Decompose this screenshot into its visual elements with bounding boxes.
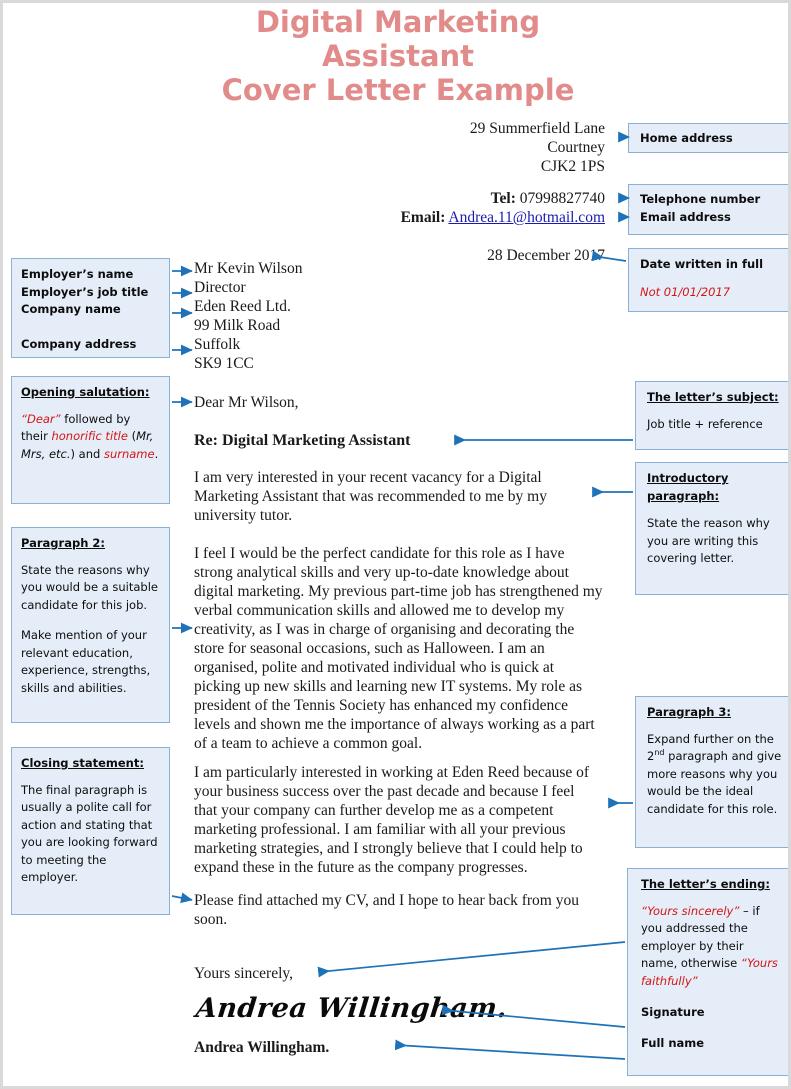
telephone-label: Tel: <box>490 190 516 207</box>
note-contact: Telephone number Email address <box>628 184 788 235</box>
page-title-line-3: Cover Letter Example <box>221 73 575 107</box>
recipient-county: Suffolk <box>194 336 241 353</box>
home-address-line-2: Courtney <box>547 139 605 156</box>
note-home-address-label: Home address <box>640 131 733 145</box>
home-address-line-3: CJK2 1PS <box>540 158 605 175</box>
cover-letter-infographic: Digital Marketing Assistant Cover Letter… <box>0 0 791 1089</box>
recipient-postcode: SK9 1CC <box>194 355 254 372</box>
note-intro-heading-line-2: paragraph: <box>647 488 720 503</box>
email-link[interactable]: Andrea.11@hotmail.com <box>448 209 605 226</box>
note-date: Date written in full Not 01/01/2017 <box>628 248 788 312</box>
email-label: Email: <box>400 209 446 226</box>
note-paragraph-3-heading: Paragraph 3: <box>647 705 731 719</box>
home-address-line-1: 29 Summerfield Lane <box>469 120 605 137</box>
note-salutation-body: “Dear” followed by their honorific title… <box>21 412 158 461</box>
email-line: Email: Andrea.11@hotmail.com <box>263 208 605 227</box>
letter-paragraph-1: I am very interested in your recent vaca… <box>194 469 547 524</box>
note-home-address: Home address <box>628 123 788 153</box>
page-title-line-1: Digital Marketing <box>255 5 541 39</box>
note-ending-signature-label: Signature <box>641 1005 705 1019</box>
recipient-street: 99 Milk Road <box>194 317 281 334</box>
note-company-address: Company address <box>21 336 137 351</box>
recipient-name: Mr Kevin Wilson <box>194 260 303 277</box>
home-address-block: 29 Summerfield Lane Courtney CJK2 1PS <box>303 119 605 176</box>
note-salutation-dear: “Dear” <box>21 411 61 426</box>
note-ending-yours-sincerely: “Yours sincerely” <box>641 903 740 918</box>
note-employer: Employer’s name Employer’s job title Com… <box>11 258 170 358</box>
note-salutation: Opening salutation: “Dear” followed by t… <box>11 376 170 504</box>
letter-salutation: Dear Mr Wilson, <box>194 394 299 411</box>
note-salutation-honorific: honorific title <box>51 429 128 443</box>
note-intro-paragraph: Introductory paragraph: State the reason… <box>635 462 788 595</box>
note-paragraph-3-body: Expand further on the 2nd paragraph and … <box>647 731 783 819</box>
signature: Andrea Willingham. <box>194 993 509 1024</box>
letter-sign-off: Yours sincerely, <box>194 965 294 982</box>
note-paragraph-3-ordinal-suffix: nd <box>654 748 665 758</box>
note-ending-heading: The letter’s ending: <box>641 877 770 891</box>
note-salutation-heading: Opening salutation: <box>21 385 150 399</box>
note-closing-body: The final paragraph is usually a polite … <box>21 782 158 885</box>
note-closing-heading: Closing statement: <box>21 756 144 770</box>
letter-subject: Re: Digital Marketing Assistant <box>194 432 411 449</box>
note-paragraph-2-body-1: State the reasons why you would be a sui… <box>21 562 159 612</box>
contact-block: Tel: 07998827740 Email: Andrea.11@hotmai… <box>263 189 605 227</box>
note-intro-heading-line-1: Introductory <box>647 471 729 485</box>
telephone-line: Tel: 07998827740 <box>263 189 605 208</box>
arrow-closing-statement <box>171 892 193 904</box>
note-date-warning: Not 01/01/2017 <box>640 284 731 299</box>
note-paragraph-2: Paragraph 2: State the reasons why you w… <box>11 527 170 723</box>
letter-paragraph-4: Please find attached my CV, and I hope t… <box>194 892 579 928</box>
letter-full-name: Andrea Willingham. <box>194 1039 330 1056</box>
note-paragraph-2-body-2: Make mention of your relevant education,… <box>21 628 151 695</box>
note-date-heading: Date written in full <box>640 257 764 271</box>
recipient-block: Mr Kevin Wilson Director Eden Reed Ltd. … <box>194 259 454 373</box>
letter-paragraph-2: I feel I would be the perfect candidate … <box>194 545 603 752</box>
note-telephone-label: Telephone number <box>640 192 761 206</box>
note-subject-heading: The letter’s subject: <box>647 390 779 404</box>
letter-paragraph-3: I am particularly interested in working … <box>194 764 590 876</box>
note-subject: The letter’s subject: Job title + refere… <box>635 381 788 450</box>
note-salutation-surname: surname <box>103 446 155 461</box>
note-salutation-t4: ( <box>127 429 137 443</box>
note-subject-body: Job title + reference <box>647 416 763 431</box>
note-paragraph-2-heading: Paragraph 2: <box>21 536 105 550</box>
recipient-job-title: Director <box>194 279 246 296</box>
note-intro-body: State the reason why you are writing thi… <box>647 516 770 565</box>
note-ending-fullname-label: Full name <box>641 1035 705 1050</box>
note-employer-name: Employer’s name <box>21 267 134 281</box>
note-employer-job-title: Employer’s job title <box>21 284 149 299</box>
page-title: Digital Marketing Assistant Cover Letter… <box>143 5 653 107</box>
recipient-company: Eden Reed Ltd. <box>194 298 291 315</box>
note-paragraph-3-body-b: paragraph and give more reasons why you … <box>647 749 782 816</box>
page-title-line-2: Assistant <box>321 39 475 73</box>
note-ending-body: “Yours sincerely” – if you addressed the… <box>641 903 783 991</box>
note-closing-statement: Closing statement: The final paragraph i… <box>11 747 170 915</box>
note-paragraph-3: Paragraph 3: Expand further on the 2nd p… <box>635 696 788 848</box>
note-letter-ending: The letter’s ending: “Yours sincerely” –… <box>627 868 788 1076</box>
note-salutation-t6: ) and <box>70 446 104 461</box>
note-salutation-t8: . <box>154 446 159 461</box>
telephone-value: 07998827740 <box>519 190 605 207</box>
note-company-name: Company name <box>21 302 121 316</box>
note-email-label: Email address <box>640 209 731 224</box>
